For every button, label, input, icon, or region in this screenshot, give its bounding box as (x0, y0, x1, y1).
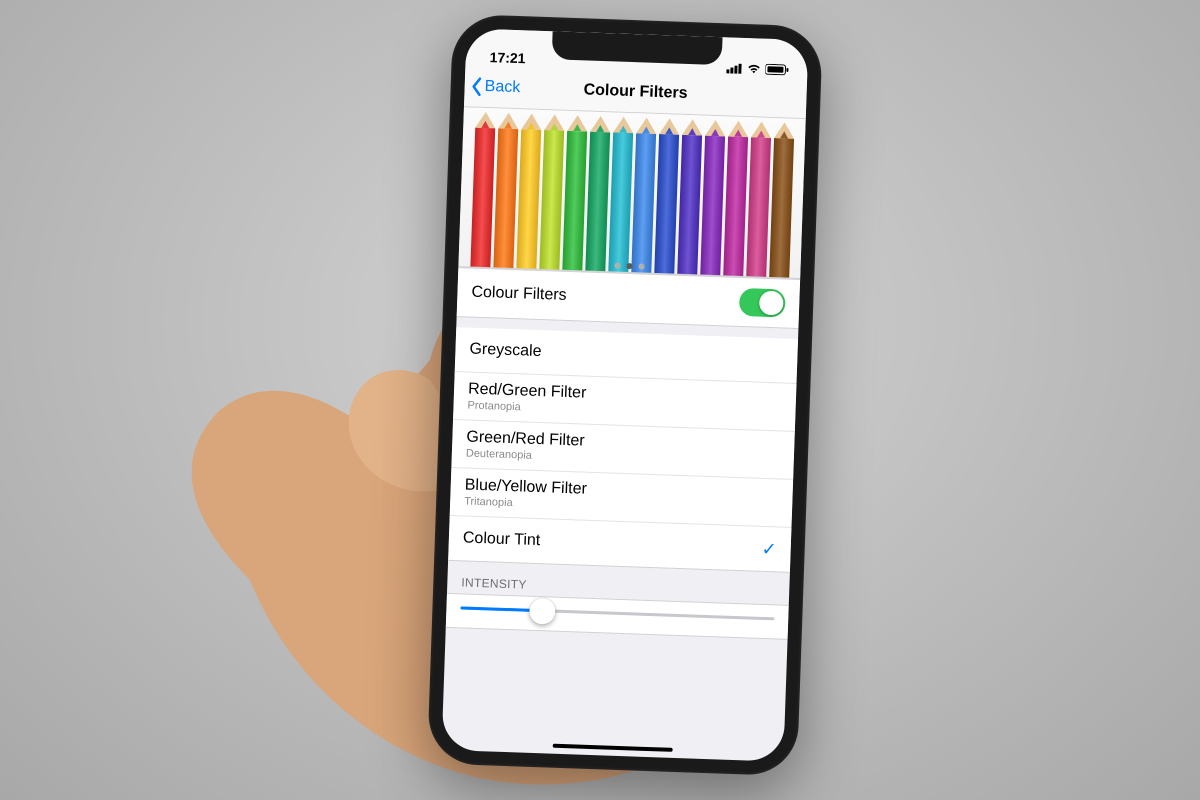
home-indicator[interactable] (553, 744, 673, 752)
colour-filters-switch[interactable] (739, 288, 786, 318)
filter-title: Colour Tint (463, 529, 541, 550)
toggle-label: Colour Filters (471, 284, 567, 305)
chevron-left-icon (470, 76, 483, 96)
pencil-preview[interactable] (458, 107, 805, 279)
checkmark-icon: ✓ (761, 538, 777, 560)
switch-knob (759, 291, 784, 316)
page-dot[interactable] (626, 263, 632, 269)
back-button[interactable]: Back (470, 66, 521, 108)
intensity-slider[interactable] (460, 606, 774, 620)
page-indicator[interactable] (614, 263, 644, 270)
filter-title: Greyscale (469, 341, 542, 362)
notch (552, 31, 723, 65)
back-label: Back (484, 78, 520, 97)
cellular-signal-icon (726, 62, 742, 74)
status-time: 17:21 (489, 49, 525, 66)
phone-screen: 17:21 Back (442, 28, 809, 761)
slider-thumb[interactable] (529, 597, 556, 624)
nav-title: Colour Filters (583, 81, 688, 103)
battery-icon (765, 64, 789, 76)
filter-options-group: GreyscaleRed/Green FilterProtanopiaGreen… (448, 327, 798, 573)
phone-frame: 17:21 Back (427, 14, 823, 776)
page-dot[interactable] (614, 263, 620, 269)
page-dot[interactable] (638, 263, 644, 269)
pencil (768, 122, 796, 279)
wifi-icon (746, 63, 761, 75)
